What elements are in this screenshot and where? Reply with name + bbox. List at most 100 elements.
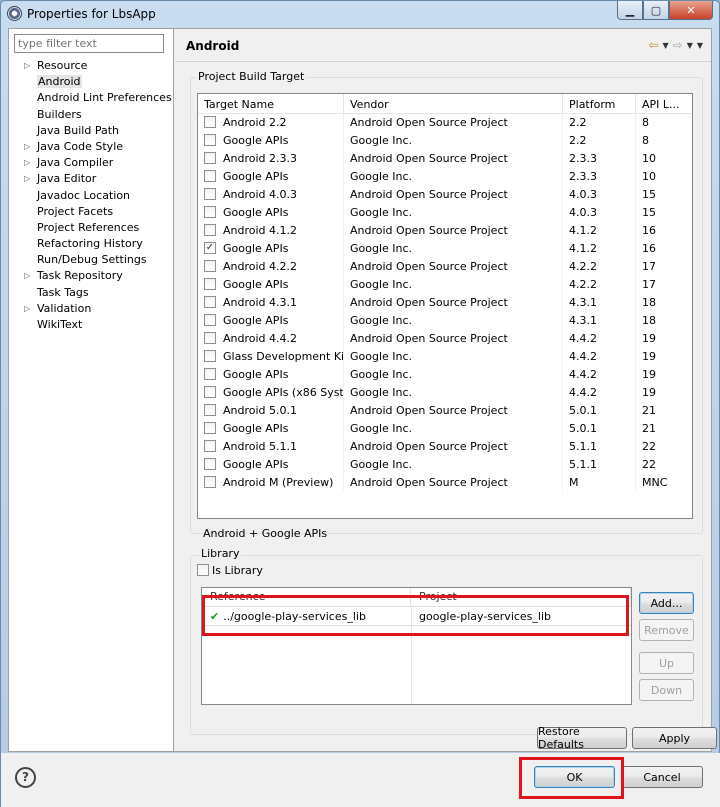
category-tree: ▷ Resource Android Android Lint Preferences… [9, 58, 174, 333]
help-icon[interactable]: ? [15, 767, 36, 788]
table-row[interactable]: Android M (Preview) Android Open Source P… [198, 474, 692, 492]
tree-item[interactable]: Run/Debug Settings [9, 252, 174, 268]
vendor-cell: Android Open Source Project [344, 294, 563, 312]
table-row[interactable]: Android 4.2.2 Android Open Source Project… [198, 258, 692, 276]
close-icon[interactable]: ✕ [669, 1, 713, 20]
back-dropdown-icon[interactable]: ▼ [662, 41, 668, 50]
is-library-checkbox[interactable]: Is Library [197, 564, 263, 577]
tree-item[interactable]: Javadoc Location [9, 188, 174, 204]
cancel-button[interactable]: Cancel [621, 766, 703, 788]
tree-item[interactable]: ▷ Resource [9, 58, 174, 74]
checkbox-icon[interactable] [204, 152, 216, 164]
column-header[interactable]: Platform [563, 94, 636, 113]
eclipse-app-icon [7, 6, 22, 21]
table-row[interactable]: Android 4.0.3 Android Open Source Project… [198, 186, 692, 204]
table-row[interactable]: Android 4.3.1 Android Open Source Project… [198, 294, 692, 312]
checkbox-icon[interactable] [204, 188, 216, 200]
table-row[interactable]: Google APIs Google Inc. 4.2.2 17 [198, 276, 692, 294]
expand-arrow-icon[interactable]: ▷ [24, 58, 30, 74]
platform-cell: 4.2.2 [563, 276, 636, 294]
checkbox-icon[interactable] [204, 404, 216, 416]
table-row[interactable]: ✓ Google APIs Google Inc. 4.1.2 16 [198, 240, 692, 258]
checkbox-icon[interactable] [197, 564, 209, 576]
checkbox-icon[interactable] [204, 260, 216, 272]
table-row[interactable]: Google APIs (x86 Syst... Google Inc. 4.4.2… [198, 384, 692, 402]
table-row[interactable]: Google APIs Google Inc. 4.4.2 19 [198, 366, 692, 384]
tree-item[interactable]: ▷ Java Code Style [9, 139, 174, 155]
expand-arrow-icon[interactable]: ▷ [24, 268, 30, 284]
tree-item[interactable]: Refactoring History [9, 236, 174, 252]
checkbox-icon[interactable] [204, 206, 216, 218]
forward-arrow-icon[interactable]: ⇨ [673, 38, 683, 52]
expand-arrow-icon[interactable]: ▷ [24, 139, 30, 155]
checkbox-icon[interactable] [204, 224, 216, 236]
tree-item[interactable]: Android Lint Preferences [9, 90, 174, 106]
expand-arrow-icon[interactable]: ▷ [24, 171, 30, 187]
tree-item-label: Android [37, 75, 82, 89]
checkbox-icon[interactable] [204, 386, 216, 398]
tree-item[interactable]: Task Tags [9, 285, 174, 301]
checkbox-icon[interactable] [204, 458, 216, 470]
forward-dropdown-icon[interactable]: ▼ [687, 41, 693, 50]
down-button[interactable]: Down [639, 679, 694, 701]
tree-item-label: Refactoring History [37, 237, 143, 251]
checkbox-icon[interactable] [204, 296, 216, 308]
table-row[interactable]: Android 5.0.1 Android Open Source Project… [198, 402, 692, 420]
tree-item[interactable]: Android [9, 74, 174, 90]
checkbox-icon[interactable] [204, 116, 216, 128]
table-row[interactable]: Google APIs Google Inc. 2.2 8 [198, 132, 692, 150]
up-button[interactable]: Up [639, 652, 694, 674]
tree-item[interactable]: ▷ Java Compiler [9, 155, 174, 171]
back-arrow-icon[interactable]: ⇦ [648, 38, 658, 52]
table-row[interactable]: Glass Development Kit...Google Inc.4.4.2… [198, 348, 692, 366]
add-button[interactable]: Add... [639, 592, 694, 614]
checkbox-icon[interactable] [204, 440, 216, 452]
table-row[interactable]: Android 2.2 Android Open Source Project 2.… [198, 114, 692, 132]
column-header[interactable]: API L... [636, 94, 692, 113]
table-row[interactable]: Google APIs Google Inc. 2.3.3 10 [198, 168, 692, 186]
table-row[interactable]: Google APIs Google Inc. 5.1.1 22 [198, 456, 692, 474]
tree-item[interactable]: Project Facets [9, 204, 174, 220]
tree-item[interactable]: ▷ Task Repository [9, 268, 174, 284]
table-row[interactable]: Google APIs Google Inc. 4.0.3 15 [198, 204, 692, 222]
checkbox-icon[interactable] [204, 422, 216, 434]
checkbox-icon[interactable] [204, 368, 216, 380]
expand-arrow-icon[interactable]: ▷ [24, 155, 30, 171]
table-row[interactable]: Android 4.1.2 Android Open Source Project… [198, 222, 692, 240]
restore-defaults-button[interactable]: Restore Defaults [537, 725, 627, 751]
title-bar[interactable]: Properties for LbsApp ▁ ▢ ✕ [1, 1, 719, 27]
expand-arrow-icon[interactable]: ▷ [24, 301, 30, 317]
tree-item[interactable]: Project References [9, 220, 174, 236]
checkbox-icon[interactable] [204, 350, 216, 362]
view-menu-icon[interactable]: ▼ [697, 41, 703, 50]
tree-item[interactable]: ▷ Java Editor [9, 171, 174, 187]
tree-item[interactable]: Builders [9, 107, 174, 123]
remove-button[interactable]: Remove [639, 619, 694, 641]
build-target-table[interactable]: Target Name Vendor Platform API L... And… [197, 93, 693, 519]
checkbox-icon[interactable] [204, 170, 216, 182]
checkbox-icon[interactable] [204, 332, 216, 344]
table-row[interactable]: Android 2.3.3 Android Open Source Project… [198, 150, 692, 168]
checkbox-icon[interactable] [204, 476, 216, 488]
checkbox-icon[interactable]: ✓ [204, 242, 216, 254]
minimize-icon[interactable]: ▁ [617, 1, 643, 20]
tree-item[interactable]: WikiText [9, 317, 174, 333]
tree-item[interactable]: ▷ Validation [9, 301, 174, 317]
platform-cell: 4.3.1 [563, 294, 636, 312]
api-level-cell: 21 [642, 422, 656, 435]
tree-item[interactable]: Java Build Path [9, 123, 174, 139]
filter-input[interactable] [14, 34, 164, 53]
api-level-cell: 19 [642, 386, 656, 399]
table-row[interactable]: Android 4.4.2 Android Open Source Project… [198, 330, 692, 348]
apply-button[interactable]: Apply [632, 727, 717, 749]
vendor-cell: Android Open Source Project [344, 150, 563, 168]
table-row[interactable]: Google APIs Google Inc. 4.3.1 18 [198, 312, 692, 330]
checkbox-icon[interactable] [204, 134, 216, 146]
table-row[interactable]: Google APIs Google Inc. 5.0.1 21 [198, 420, 692, 438]
column-header[interactable]: Vendor [344, 94, 563, 113]
checkbox-icon[interactable] [204, 314, 216, 326]
checkbox-icon[interactable] [204, 278, 216, 290]
maximize-icon[interactable]: ▢ [643, 1, 669, 20]
column-header[interactable]: Target Name [198, 94, 344, 113]
table-row[interactable]: Android 5.1.1 Android Open Source Project… [198, 438, 692, 456]
